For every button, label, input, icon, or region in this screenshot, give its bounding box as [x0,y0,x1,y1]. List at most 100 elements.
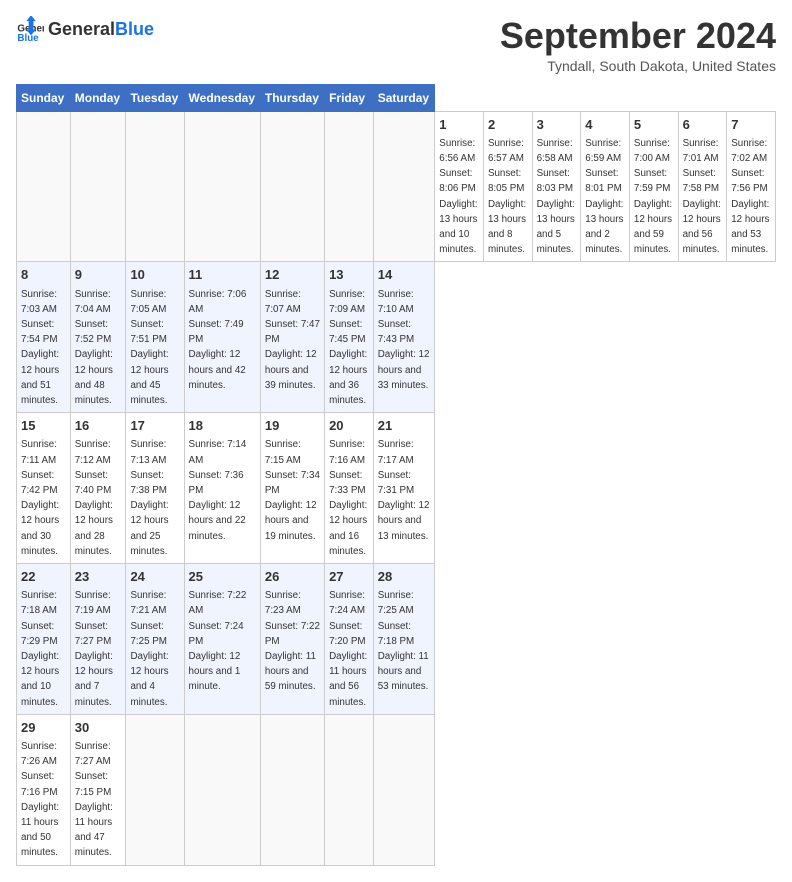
day-info: Sunrise: 7:23 AMSunset: 7:22 PMDaylight:… [265,590,320,692]
svg-text:Blue: Blue [17,33,39,44]
calendar-week-row: 8Sunrise: 7:03 AMSunset: 7:54 PMDaylight… [17,262,776,413]
calendar-week-row: 22 Sunrise: 7:18 AMSunset: 7:29 PMDayligh… [17,564,776,715]
day-info: Sunrise: 7:10 AMSunset: 7:43 PMDaylight:… [378,289,430,391]
calendar-cell: 30 Sunrise: 7:27 AMSunset: 7:15 PMDayligh… [70,714,126,865]
day-number: 27 [329,568,369,586]
day-info: Sunrise: 6:57 AMSunset: 8:05 PMDaylight:… [488,138,526,255]
calendar-cell [184,111,260,262]
day-number: 29 [21,719,66,737]
day-info: Sunrise: 7:06 AMSunset: 7:49 PMDaylight:… [189,289,247,391]
day-info: Sunrise: 7:22 AMSunset: 7:24 PMDaylight:… [189,590,247,692]
calendar-cell: 12Sunrise: 7:07 AMSunset: 7:47 PMDayligh… [260,262,324,413]
day-info: Sunrise: 7:09 AMSunset: 7:45 PMDaylight:… [329,289,367,406]
day-info: Sunrise: 7:15 AMSunset: 7:34 PMDaylight:… [265,439,320,541]
day-info: Sunrise: 7:27 AMSunset: 7:15 PMDaylight:… [75,741,113,858]
day-number: 25 [189,568,256,586]
day-info: Sunrise: 7:01 AMSunset: 7:58 PMDaylight:… [683,138,721,255]
calendar-week-row: 1Sunrise: 6:56 AMSunset: 8:06 PMDaylight… [17,111,776,262]
day-info: Sunrise: 7:11 AMSunset: 7:42 PMDaylight:… [21,439,59,556]
day-info: Sunrise: 7:14 AMSunset: 7:36 PMDaylight:… [189,439,247,541]
day-info: Sunrise: 7:26 AMSunset: 7:16 PMDaylight:… [21,741,59,858]
day-number: 9 [75,266,122,284]
calendar-week-row: 15 Sunrise: 7:11 AMSunset: 7:42 PMDayligh… [17,413,776,564]
calendar-cell: 3Sunrise: 6:58 AMSunset: 8:03 PMDaylight… [532,111,581,262]
day-number: 5 [634,116,674,134]
day-number: 15 [21,417,66,435]
calendar-cell: 13Sunrise: 7:09 AMSunset: 7:45 PMDayligh… [325,262,374,413]
day-info: Sunrise: 7:25 AMSunset: 7:18 PMDaylight:… [378,590,429,692]
calendar-cell: 18Sunrise: 7:14 AMSunset: 7:36 PMDayligh… [184,413,260,564]
calendar-cell: 25 Sunrise: 7:22 AMSunset: 7:24 PMDayligh… [184,564,260,715]
calendar-cell: 10 Sunrise: 7:05 AMSunset: 7:51 PMDayligh… [126,262,184,413]
col-monday: Monday [70,84,126,111]
day-number: 3 [537,116,577,134]
day-number: 7 [731,116,771,134]
col-wednesday: Wednesday [184,84,260,111]
calendar-cell: 7 Sunrise: 7:02 AMSunset: 7:56 PMDaylight… [727,111,776,262]
day-number: 6 [683,116,723,134]
calendar-cell [373,714,435,865]
calendar-cell: 28 Sunrise: 7:25 AMSunset: 7:18 PMDayligh… [373,564,435,715]
day-info: Sunrise: 7:18 AMSunset: 7:29 PMDaylight:… [21,590,59,707]
day-info: Sunrise: 7:19 AMSunset: 7:27 PMDaylight:… [75,590,113,707]
calendar-cell: 16Sunrise: 7:12 AMSunset: 7:40 PMDayligh… [70,413,126,564]
day-info: Sunrise: 7:16 AMSunset: 7:33 PMDaylight:… [329,439,367,556]
day-number: 22 [21,568,66,586]
col-thursday: Thursday [260,84,324,111]
calendar-cell: 20 Sunrise: 7:16 AMSunset: 7:33 PMDayligh… [325,413,374,564]
calendar-cell: 19 Sunrise: 7:15 AMSunset: 7:34 PMDayligh… [260,413,324,564]
calendar-cell: 29 Sunrise: 7:26 AMSunset: 7:16 PMDayligh… [17,714,71,865]
calendar-cell: 21 Sunrise: 7:17 AMSunset: 7:31 PMDayligh… [373,413,435,564]
logo-icon: General Blue [16,16,44,44]
day-info: Sunrise: 7:17 AMSunset: 7:31 PMDaylight:… [378,439,430,541]
day-number: 4 [585,116,625,134]
day-number: 2 [488,116,528,134]
col-saturday: Saturday [373,84,435,111]
col-tuesday: Tuesday [126,84,184,111]
day-number: 11 [189,266,256,284]
calendar-cell: 9Sunrise: 7:04 AMSunset: 7:52 PMDaylight… [70,262,126,413]
calendar-cell: 17 Sunrise: 7:13 AMSunset: 7:38 PMDayligh… [126,413,184,564]
calendar-cell: 26 Sunrise: 7:23 AMSunset: 7:22 PMDayligh… [260,564,324,715]
calendar-cell [373,111,435,262]
calendar-cell [260,714,324,865]
day-number: 16 [75,417,122,435]
day-number: 21 [378,417,431,435]
day-number: 8 [21,266,66,284]
day-number: 26 [265,568,320,586]
day-info: Sunrise: 7:24 AMSunset: 7:20 PMDaylight:… [329,590,367,707]
day-info: Sunrise: 7:05 AMSunset: 7:51 PMDaylight:… [130,289,168,406]
col-friday: Friday [325,84,374,111]
day-info: Sunrise: 7:07 AMSunset: 7:47 PMDaylight:… [265,289,320,391]
calendar-cell [325,714,374,865]
logo-text: GeneralBlue [48,20,154,40]
day-info: Sunrise: 6:56 AMSunset: 8:06 PMDaylight:… [439,138,477,255]
calendar-cell [325,111,374,262]
day-number: 10 [130,266,179,284]
calendar-table: Sunday Monday Tuesday Wednesday Thursday… [16,84,776,866]
calendar-cell: 23 Sunrise: 7:19 AMSunset: 7:27 PMDayligh… [70,564,126,715]
calendar-cell [184,714,260,865]
calendar-cell: 5Sunrise: 7:00 AMSunset: 7:59 PMDaylight… [629,111,678,262]
calendar-cell [126,111,184,262]
day-number: 19 [265,417,320,435]
day-info: Sunrise: 7:02 AMSunset: 7:56 PMDaylight:… [731,138,769,255]
calendar-cell: 27 Sunrise: 7:24 AMSunset: 7:20 PMDayligh… [325,564,374,715]
day-info: Sunrise: 7:13 AMSunset: 7:38 PMDaylight:… [130,439,168,556]
calendar-week-row: 29 Sunrise: 7:26 AMSunset: 7:16 PMDayligh… [17,714,776,865]
calendar-header-row: Sunday Monday Tuesday Wednesday Thursday… [17,84,776,111]
title-area: September 2024 Tyndall, South Dakota, Un… [500,16,776,74]
calendar-cell [70,111,126,262]
day-info: Sunrise: 7:21 AMSunset: 7:25 PMDaylight:… [130,590,168,707]
day-number: 20 [329,417,369,435]
day-info: Sunrise: 6:59 AMSunset: 8:01 PMDaylight:… [585,138,623,255]
calendar-cell: 22 Sunrise: 7:18 AMSunset: 7:29 PMDayligh… [17,564,71,715]
day-number: 24 [130,568,179,586]
calendar-cell: 4 Sunrise: 6:59 AMSunset: 8:01 PMDaylight… [581,111,630,262]
day-number: 28 [378,568,431,586]
day-number: 23 [75,568,122,586]
day-number: 17 [130,417,179,435]
day-number: 30 [75,719,122,737]
calendar-cell: 6 Sunrise: 7:01 AMSunset: 7:58 PMDaylight… [678,111,727,262]
calendar-cell: 24 Sunrise: 7:21 AMSunset: 7:25 PMDayligh… [126,564,184,715]
